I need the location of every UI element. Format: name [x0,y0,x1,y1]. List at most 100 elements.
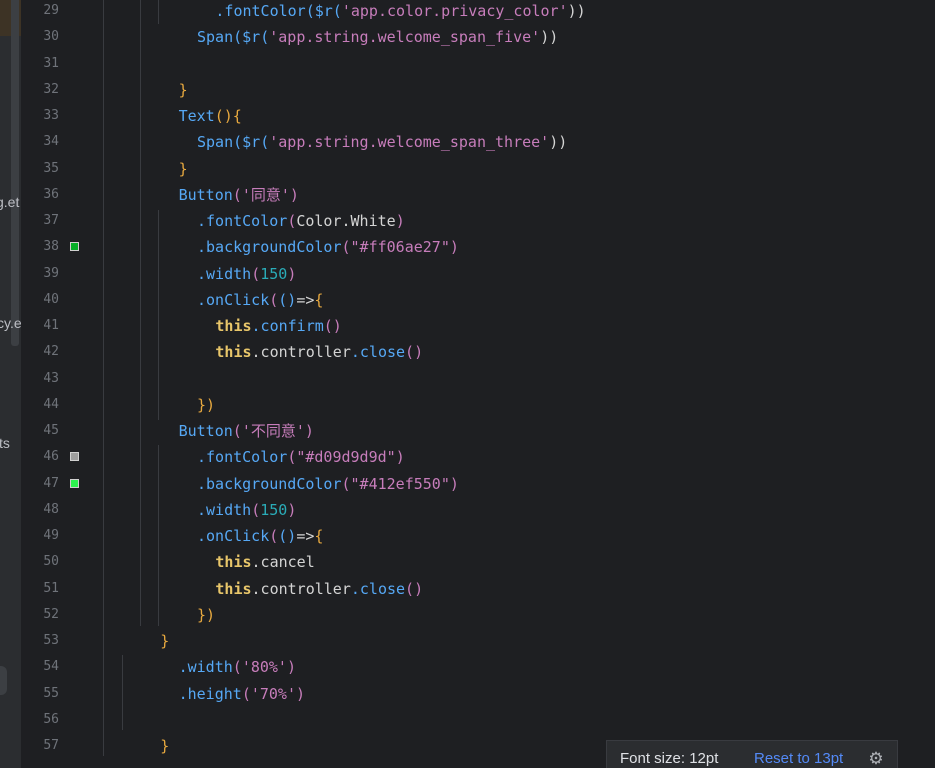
code-line[interactable]: 35} [21,156,935,182]
line-number: 39 [43,265,59,281]
code-token: ) [449,238,459,257]
line-number: 49 [43,528,59,543]
code-token: () [405,343,424,362]
line-number: 47 [43,475,59,491]
color-swatch-icon[interactable] [70,478,79,488]
code-line[interactable]: 31 [21,51,935,77]
line-number: 53 [43,633,59,648]
code-line[interactable]: 54 .width('80%') [21,654,935,680]
code-text: Span($r('app.string.welcome_span_five')) [197,24,558,50]
line-number: 44 [43,396,59,412]
code-token: ) [296,684,306,703]
code-text: .width(150) [197,497,296,523]
code-token: => [296,527,315,545]
code-token: ( [269,527,279,545]
code-text: } [160,628,169,654]
code-text: }) [197,392,215,418]
code-token: ( [251,500,261,519]
line-number: 34 [43,134,59,150]
indent-guide [158,210,159,420]
code-token: } [160,632,170,650]
code-line[interactable]: 32} [21,77,935,103]
code-token: 150 [260,264,288,283]
code-token: .onClick [197,527,270,545]
code-token: .cancel [251,553,315,572]
code-token: $r( [242,133,270,152]
code-token: ( [241,684,251,703]
code-token: .width [197,264,252,283]
code-line[interactable]: 53} [21,628,935,654]
line-number: 38 [43,239,59,255]
code-line[interactable]: 56 [21,707,935,733]
file-name-fragment[interactable]: cy.e [0,315,21,331]
code-text: } [160,733,169,759]
code-line[interactable]: 36 Button('同意') [21,182,935,208]
code-token: .backgroundColor [197,474,342,493]
reset-font-size-link[interactable]: Reset to 13pt [754,750,843,767]
line-number: 54 [43,659,59,675]
project-sidebar: g.et cy.e ts [0,0,21,768]
code-token: $r( [314,2,342,20]
code-text: } [179,156,188,182]
file-name-fragment[interactable]: ts [0,435,10,451]
code-text: this.confirm() [215,313,341,339]
sidebar-scrollbar[interactable] [11,0,19,346]
code-text: } [179,77,188,103]
line-number: 46 [43,449,59,465]
code-token: '不同意' [241,422,305,440]
code-text: .width('80%') [179,654,296,680]
color-swatch-icon[interactable] [70,452,79,462]
code-token: ( [251,264,261,283]
code-text: this.controller.close() [215,576,423,602]
code-token: )) [549,133,568,152]
indent-guide [122,655,123,730]
code-token: 'app.color.privacy_color' [341,2,568,20]
code-token: ) [395,212,405,230]
code-text: this.controller.close() [215,339,423,365]
code-line[interactable]: 30 Span($r('app.string.welcome_span_five'… [21,24,935,50]
code-token: .backgroundColor [197,238,342,257]
code-text: }) [197,602,215,628]
line-number: 50 [43,554,59,570]
code-token: ) [287,500,297,519]
code-line[interactable]: 33 Text(){ [21,103,935,129]
code-token: () [405,579,424,598]
sidebar-collapse-handle[interactable] [0,666,7,695]
code-token: Span( [197,28,243,47]
line-number: 48 [43,501,59,517]
code-token: () [323,317,342,335]
code-text: .backgroundColor("#412ef550") [197,471,459,497]
indent-guide [158,0,159,24]
gear-icon[interactable]: ⚙ [867,750,885,768]
code-token: } [160,737,170,755]
line-number: 57 [43,738,59,753]
code-token: () [278,527,297,545]
line-number: 56 [43,711,59,727]
color-swatch-icon[interactable] [70,242,79,252]
code-line[interactable]: 45 Button('不同意') [21,418,935,444]
line-number: 30 [43,29,59,45]
code-token: '80%' [241,658,287,677]
line-number: 36 [43,186,59,202]
code-line[interactable]: 34 Span($r('app.string.welcome_span_three… [21,129,935,155]
code-token: } [178,80,188,99]
code-token: }) [197,395,216,414]
code-token: } [178,159,188,178]
code-token: Button [178,185,233,204]
code-token: .close [350,579,406,598]
code-text: Text(){ [179,103,242,129]
code-token: "#412ef550" [350,474,450,493]
code-token: "#ff06ae27" [350,238,450,257]
code-text: Button('同意') [179,182,299,208]
code-text: .fontColor($r('app.color.privacy_color')… [215,0,585,24]
line-number: 42 [43,344,59,360]
code-token: .close [350,343,406,362]
code-token: ) [449,474,459,493]
line-number: 41 [43,318,59,333]
file-name-fragment[interactable]: g.et [0,194,19,210]
font-size-popup: Font size: 12pt Reset to 13pt ⚙ [606,740,898,768]
code-token: .fontColor [197,212,288,230]
code-token: ( [232,422,242,440]
code-text: .height('70%') [179,681,305,707]
code-line[interactable]: 55 .height('70%') [21,681,935,707]
